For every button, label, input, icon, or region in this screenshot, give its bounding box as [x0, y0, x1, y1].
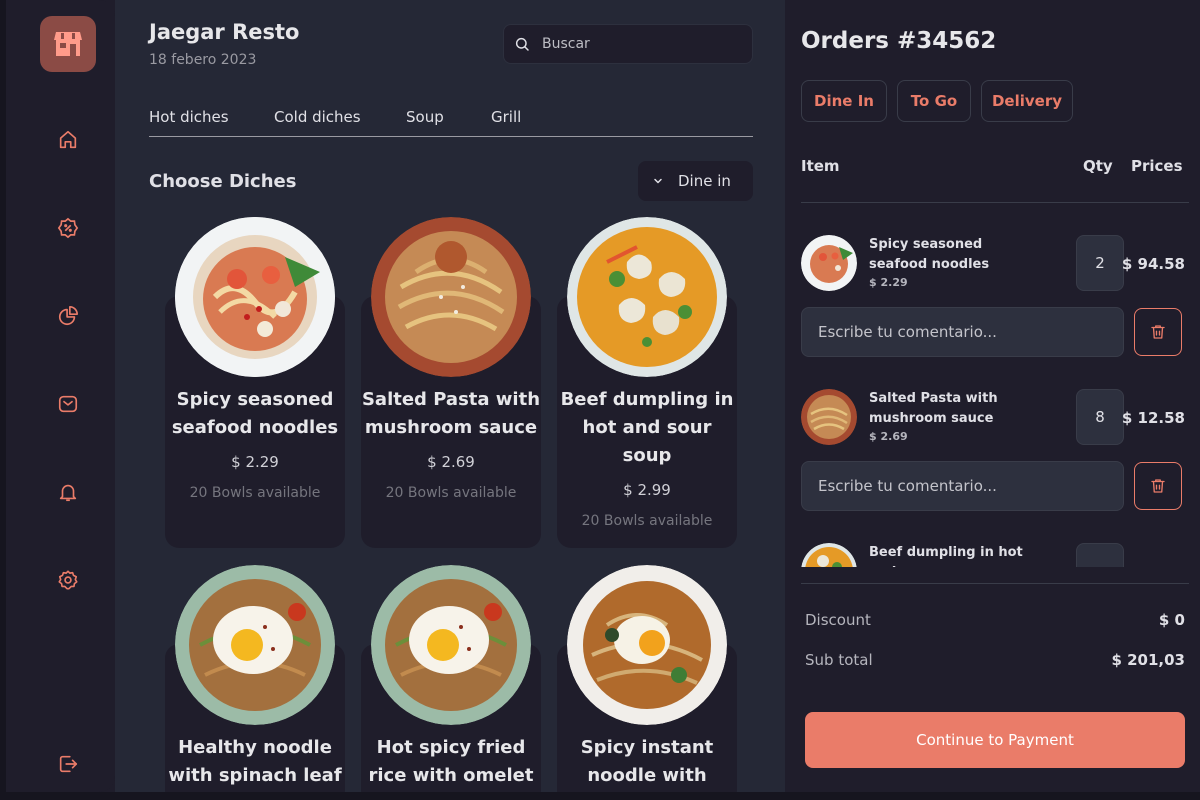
quantity-box[interactable]: 8: [1076, 389, 1124, 445]
logout-icon[interactable]: [48, 744, 88, 784]
dish-image: [371, 217, 531, 377]
orders-title: Orders #34562: [801, 28, 997, 54]
divider: [801, 583, 1189, 584]
mail-icon[interactable]: [48, 384, 88, 424]
delete-item-button[interactable]: [1134, 308, 1182, 356]
dish-name: Hot spicy fried rice with omelet: [368, 737, 534, 786]
order-item-name: Beef dumpling in hot and: [869, 545, 1023, 567]
order-item-total: $ 94.58: [1121, 255, 1185, 273]
main-content: Jaegar Resto 18 febero 2023 Hot diches C…: [115, 0, 785, 792]
search-input[interactable]: [542, 36, 732, 52]
comment-input[interactable]: [801, 461, 1124, 511]
category-tabs: Hot diches Cold diches Soup Grill: [149, 106, 753, 137]
subtotal-label: Sub total: [805, 651, 873, 669]
discount-value: $ 0: [1158, 611, 1185, 629]
discount-label: Discount: [805, 611, 871, 629]
tab-grill[interactable]: Grill: [491, 108, 521, 126]
settings-icon[interactable]: [48, 560, 88, 600]
tab-hot-diches[interactable]: Hot diches: [149, 108, 229, 126]
sidebar: [6, 0, 115, 792]
column-header-qty: Qty: [1083, 157, 1113, 175]
order-item-thumbnail: [801, 235, 857, 291]
tab-soup[interactable]: Soup: [406, 108, 444, 126]
order-item-name: Salted Pasta with mushroom sauce: [869, 391, 998, 426]
tab-cold-diches[interactable]: Cold diches: [274, 108, 361, 126]
trash-icon: [1151, 479, 1165, 493]
trash-icon: [1151, 325, 1165, 339]
home-icon[interactable]: [48, 120, 88, 160]
dish-availability: 20 Bowls available: [581, 513, 713, 529]
continue-to-payment-button[interactable]: Continue to Payment: [805, 712, 1185, 768]
search-icon: [515, 37, 529, 51]
dish-image: [175, 565, 335, 725]
dish-price: $ 2.69: [427, 453, 475, 471]
column-header-prices: Prices: [1131, 157, 1183, 175]
order-type-to-go[interactable]: To Go: [897, 80, 971, 122]
dish-name: Spicy seasoned seafood noodles: [171, 389, 339, 438]
dish-price: $ 2.29: [231, 453, 279, 471]
order-item-thumbnail: [801, 389, 857, 445]
dish-availability: 20 Bowls available: [189, 485, 321, 501]
order-type-delivery[interactable]: Delivery: [981, 80, 1073, 122]
dine-option-dropdown[interactable]: Dine in: [638, 161, 753, 201]
dish-image: [567, 565, 727, 725]
dish-image: [175, 217, 335, 377]
dish-availability: 20 Bowls available: [385, 485, 517, 501]
dish-name: Beef dumpling in hot and sour soup: [560, 389, 734, 466]
dine-option-label: Dine in: [678, 172, 731, 190]
order-item-unit-price: $ 2.29: [869, 276, 908, 289]
dish-name: Salted Pasta with mushroom sauce: [361, 389, 541, 438]
quantity-box[interactable]: 2: [1076, 235, 1124, 291]
quantity-box[interactable]: [1076, 543, 1124, 567]
discount-icon[interactable]: [48, 208, 88, 248]
orders-panel: Orders #34562 Dine In To Go Delivery Ite…: [785, 0, 1200, 792]
order-item-total: $ 12.58: [1121, 409, 1185, 427]
dish-price: $ 2.99: [623, 481, 671, 499]
current-date: 18 febero 2023: [149, 52, 257, 68]
dish-name: Healthy noodle with spinach leaf: [168, 737, 342, 786]
order-items-list[interactable]: Spicy seasoned seafood noodles $ 2.29 2 …: [785, 203, 1200, 567]
restaurant-title: Jaegar Resto: [149, 20, 300, 44]
dish-image: [567, 217, 727, 377]
store-logo-icon[interactable]: [40, 16, 96, 72]
subtotal-value: $ 201,03: [1111, 651, 1185, 669]
section-title: Choose Diches: [149, 171, 297, 192]
pie-chart-icon[interactable]: [48, 296, 88, 336]
chevron-down-icon: [654, 178, 662, 184]
delete-item-button[interactable]: [1134, 462, 1182, 510]
comment-input[interactable]: [801, 307, 1124, 357]
search-box[interactable]: [503, 24, 753, 64]
order-item-name: Spicy seasoned seafood noodles: [869, 237, 990, 272]
dish-name: Spicy instant noodle with: [580, 737, 714, 786]
order-type-dine-in[interactable]: Dine In: [801, 80, 887, 122]
order-item-unit-price: $ 2.69: [869, 430, 908, 443]
column-header-item: Item: [801, 157, 840, 175]
window-edge: [0, 792, 1200, 800]
dish-image: [371, 565, 531, 725]
bell-icon[interactable]: [48, 472, 88, 512]
order-item-thumbnail: [801, 543, 857, 567]
